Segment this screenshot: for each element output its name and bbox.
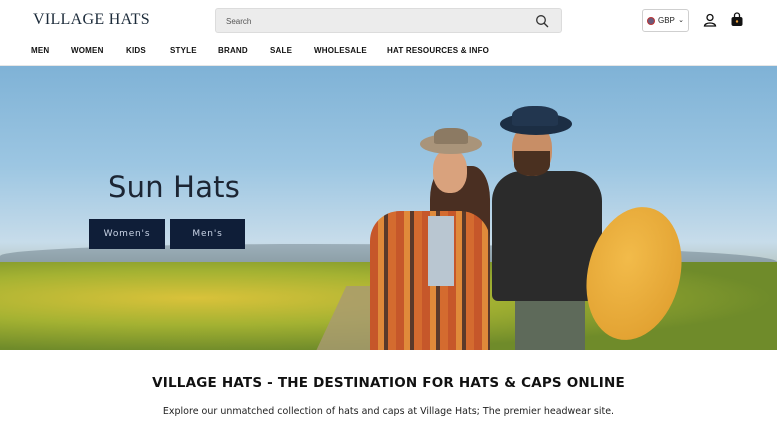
search-input[interactable] <box>226 12 526 30</box>
woman-face <box>433 149 467 193</box>
nav-item-sale[interactable]: SALE <box>270 46 292 55</box>
hero-banner: Sun Hats Women's Men's <box>0 66 777 350</box>
chevron-down-icon: ⌄ <box>678 17 684 24</box>
site-header: VILLAGE HATS GBP ⌄ MEN WOMEN KIDS STYLE … <box>0 0 777 66</box>
hero-title: Sun Hats <box>108 170 241 204</box>
site-logo[interactable]: VILLAGE HATS <box>33 11 150 29</box>
nav-item-style[interactable]: STYLE <box>170 46 197 55</box>
intro-description: Explore our unmatched collection of hats… <box>162 406 615 417</box>
womens-button[interactable]: Women's <box>89 219 165 249</box>
currency-code: GBP <box>658 16 675 25</box>
search-bar[interactable] <box>215 8 562 33</box>
nav-item-hat-resources[interactable]: HAT RESOURCES & INFO <box>387 46 489 55</box>
nav-item-wholesale[interactable]: WHOLESALE <box>314 46 367 55</box>
user-icon[interactable] <box>703 13 717 27</box>
search-icon[interactable] <box>535 14 549 28</box>
man-bucket-hat-crown <box>512 106 558 126</box>
intro-heading: VILLAGE HATS - THE DESTINATION FOR HATS … <box>152 375 625 391</box>
nav-item-kids[interactable]: KIDS <box>126 46 146 55</box>
woman-shirt <box>428 216 454 286</box>
woman-sun-hat-crown <box>434 128 468 144</box>
nav-item-women[interactable]: WOMEN <box>71 46 104 55</box>
main-navigation: MEN WOMEN KIDS STYLE BRAND SALE WHOLESAL… <box>0 46 777 62</box>
nav-item-brand[interactable]: BRAND <box>218 46 248 55</box>
man-trousers <box>515 296 585 350</box>
uk-flag-icon <box>647 17 655 25</box>
mens-button[interactable]: Men's <box>170 219 245 249</box>
nav-item-men[interactable]: MEN <box>31 46 49 55</box>
currency-selector[interactable]: GBP ⌄ <box>642 9 689 32</box>
man-beard <box>514 151 550 176</box>
shopping-bag-icon[interactable] <box>730 12 744 27</box>
